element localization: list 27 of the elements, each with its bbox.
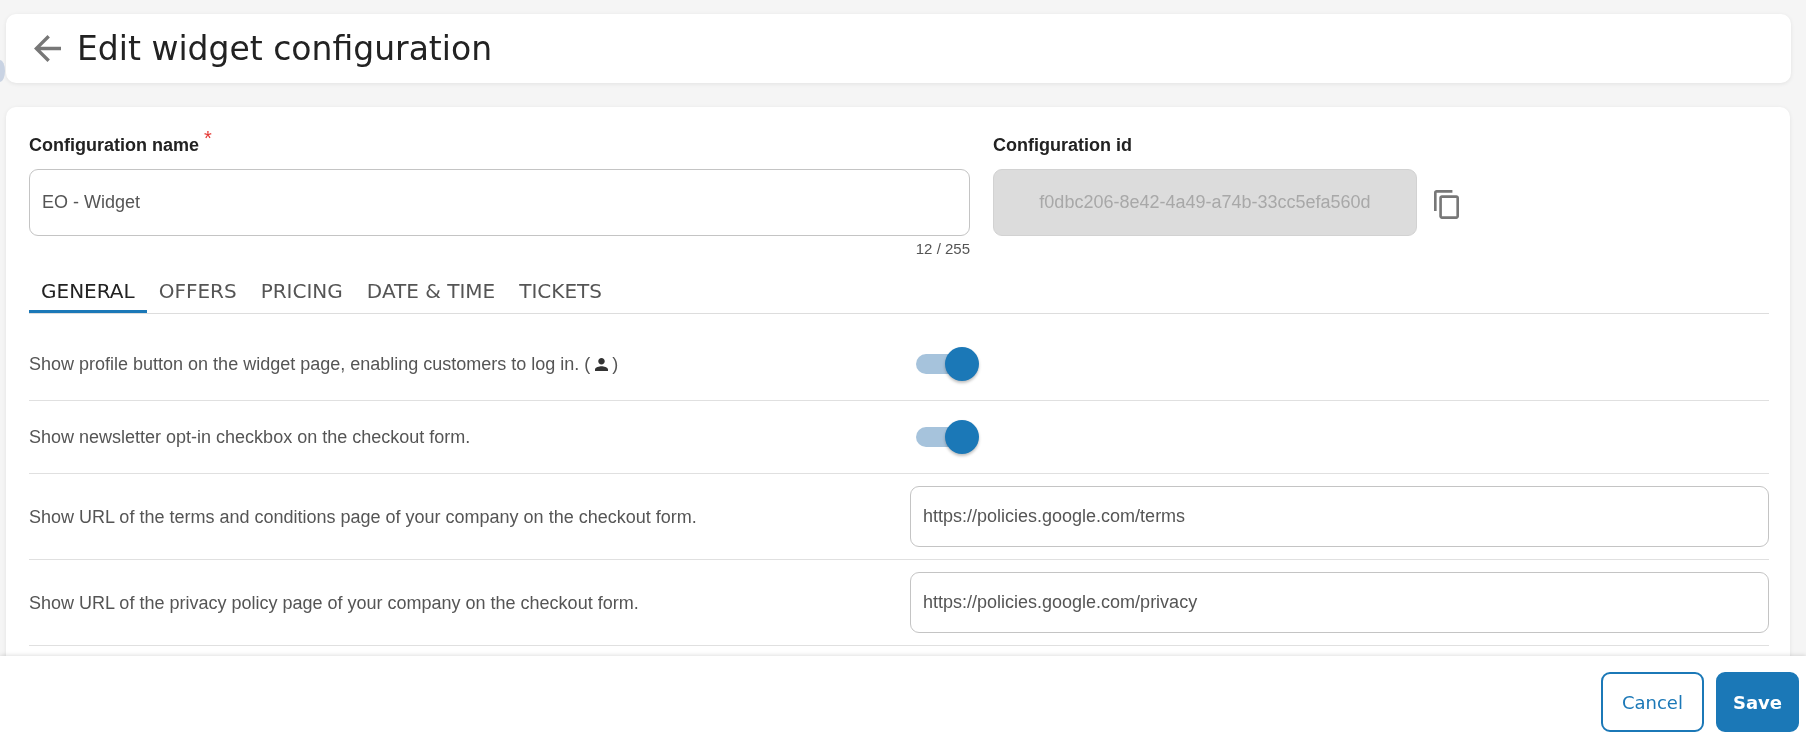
copy-icon[interactable] bbox=[1434, 190, 1459, 219]
tab[interactable]: GENERAL bbox=[29, 273, 147, 313]
setting-label: Show profile button on the widget page, enabling customers to log in. bbox=[29, 353, 580, 375]
tab[interactable]: DATE & TIME bbox=[354, 273, 508, 313]
setting-label: Show URL of the privacy policy page of your company on the checkout form. bbox=[29, 591, 639, 614]
sidebar-handle[interactable] bbox=[0, 60, 5, 82]
bracket-text: ( bbox=[584, 353, 591, 375]
cancel-button[interactable]: Cancel bbox=[1600, 672, 1704, 732]
bracket-text: ) bbox=[612, 353, 619, 375]
person-icon bbox=[595, 357, 609, 371]
toggle-switch[interactable] bbox=[916, 420, 979, 454]
tab[interactable]: TICKETS bbox=[507, 273, 614, 313]
tab[interactable]: PRICING bbox=[248, 273, 355, 313]
toggle-switch[interactable] bbox=[916, 347, 979, 381]
back-arrow-icon[interactable] bbox=[33, 35, 62, 62]
url-input[interactable]: https://policies.google.com/terms bbox=[910, 486, 1769, 547]
url-input[interactable]: https://policies.google.com/privacy bbox=[910, 572, 1769, 633]
setting-label: Show newsletter opt-in checkbox on the checkout form. bbox=[29, 426, 471, 448]
field-label: Configuration id bbox=[993, 134, 1132, 156]
field-label: Configuration name bbox=[29, 134, 199, 156]
setting-label: Show URL of the terms and conditions page of your company on the checkout form. bbox=[29, 505, 697, 528]
required-mark: * bbox=[204, 128, 212, 148]
save-button[interactable]: Save bbox=[1715, 672, 1799, 732]
character-counter: 12 / 255 bbox=[915, 239, 970, 258]
tab[interactable]: OFFERS bbox=[146, 273, 249, 313]
page-title: Edit widget configuration bbox=[77, 28, 493, 69]
name-input[interactable]: EO - Widget bbox=[29, 169, 970, 236]
